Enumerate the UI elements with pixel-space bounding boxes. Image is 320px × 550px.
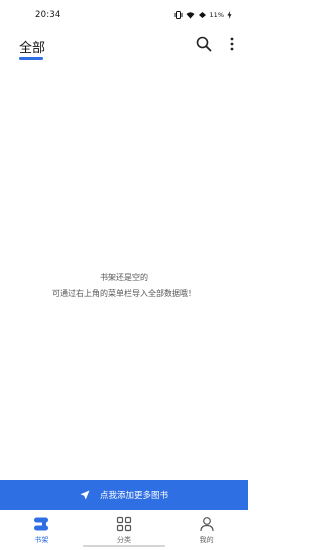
nav-label-bookshelf: 书架 xyxy=(34,536,49,544)
home-indicator xyxy=(83,545,165,547)
bookshelf-icon xyxy=(34,517,49,531)
nav-label-category: 分类 xyxy=(117,536,131,544)
status-bar: 20:34 11% xyxy=(0,0,248,30)
add-books-button[interactable]: 点我添加更多图书 xyxy=(0,480,248,510)
send-arrow-icon xyxy=(80,490,90,500)
more-vertical-icon[interactable] xyxy=(228,36,236,52)
battery-percent: 11% xyxy=(209,11,224,19)
nav-label-mine: 我的 xyxy=(199,536,214,544)
status-icons: 11% xyxy=(174,11,232,19)
empty-state-title: 书架还是空的 xyxy=(100,273,148,282)
search-icon[interactable] xyxy=(196,36,212,52)
wifi-icon xyxy=(186,12,195,19)
signal-icon xyxy=(198,12,206,18)
top-bar: 全部 xyxy=(0,30,248,62)
nav-item-category[interactable]: 分类 xyxy=(83,510,166,550)
charging-icon xyxy=(227,11,232,19)
status-time: 20:34 xyxy=(35,10,61,20)
vibrate-icon xyxy=(174,11,183,19)
tab-active-indicator xyxy=(19,57,43,60)
add-books-label: 点我添加更多图书 xyxy=(99,491,168,501)
nav-item-bookshelf[interactable]: 书架 xyxy=(0,510,83,550)
nav-item-mine[interactable]: 我的 xyxy=(165,510,248,550)
person-icon xyxy=(200,517,214,532)
empty-state-hint: 可通过右上角的菜单栏导入全部数据哦！ xyxy=(52,289,196,298)
bottom-nav: 书架 分类 我的 xyxy=(0,510,248,550)
grid-icon xyxy=(116,516,132,532)
tab-all[interactable]: 全部 xyxy=(19,37,45,56)
empty-state: 书架还是空的 可通过右上角的菜单栏导入全部数据哦！ xyxy=(0,272,248,300)
